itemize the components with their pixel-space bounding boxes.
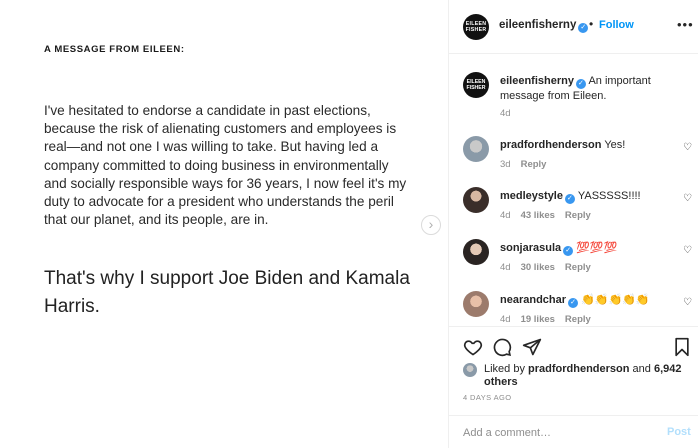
comment-text: pradfordhenderson Yes! bbox=[500, 138, 675, 152]
message-statement: That's why I support Joe Biden and Kamal… bbox=[44, 268, 410, 317]
next-image-button[interactable]: › bbox=[421, 215, 441, 235]
comment-meta: 4d 19 likes Reply bbox=[500, 314, 591, 325]
caption-age: 4d bbox=[500, 108, 511, 119]
comment-like-count[interactable]: 19 likes bbox=[521, 314, 555, 325]
comment-like-heart-icon[interactable]: ♡ bbox=[683, 297, 692, 308]
post-image: A MESSAGE FROM EILEEN: I've hesitated to… bbox=[0, 0, 446, 448]
comment-meta: 3d Reply bbox=[500, 159, 546, 170]
verified-badge-icon: ✓ bbox=[563, 246, 574, 256]
comment-like-heart-icon[interactable]: ♡ bbox=[683, 245, 692, 256]
caption-text: eileenfisherny ✓ An important message fro… bbox=[500, 74, 675, 103]
comment-body: 👏👏👏👏👏 bbox=[581, 294, 650, 306]
heart-icon[interactable] bbox=[463, 337, 483, 362]
commenter-avatar[interactable] bbox=[463, 239, 489, 265]
bookmark-icon[interactable] bbox=[673, 337, 691, 362]
comment-meta: 4d 30 likes Reply bbox=[500, 262, 591, 273]
caption-avatar[interactable]: EILEEN FISHER bbox=[463, 72, 489, 98]
comment-username[interactable]: sonjarasula bbox=[500, 242, 561, 254]
liker-avatar[interactable] bbox=[463, 363, 477, 377]
liked-by-and: and bbox=[629, 363, 654, 375]
more-options-icon[interactable]: ••• bbox=[677, 17, 694, 32]
follow-button[interactable]: Follow bbox=[599, 19, 634, 31]
commenter-avatar[interactable] bbox=[463, 291, 489, 317]
reply-button[interactable]: Reply bbox=[565, 210, 591, 221]
share-icon[interactable] bbox=[522, 337, 542, 362]
comment-like-heart-icon[interactable]: ♡ bbox=[683, 142, 692, 153]
message-heading: A MESSAGE FROM EILEEN: bbox=[44, 44, 185, 55]
comment-age: 4d bbox=[500, 262, 511, 273]
commenter-avatar[interactable] bbox=[463, 136, 489, 162]
add-comment-input[interactable] bbox=[463, 425, 653, 441]
author-username-text[interactable]: eileenfisherny bbox=[499, 19, 576, 31]
separator-dot: • bbox=[589, 17, 594, 31]
verified-badge-icon: ✓ bbox=[575, 79, 586, 89]
comment-meta: 4d 43 likes Reply bbox=[500, 210, 591, 221]
verified-badge-icon: ✓ bbox=[578, 23, 589, 33]
comment-like-count[interactable]: 43 likes bbox=[521, 210, 555, 221]
comment-like-heart-icon[interactable]: ♡ bbox=[683, 193, 692, 204]
post-sidebar: EILEEN FISHER eileenfisherny ✓ • Follow •… bbox=[448, 0, 698, 448]
verified-badge-icon: ✓ bbox=[568, 298, 579, 308]
comment-age: 3d bbox=[500, 159, 511, 170]
liked-by-prefix: Liked by bbox=[484, 363, 529, 375]
comment-username[interactable]: pradfordhenderson bbox=[500, 139, 601, 151]
avatar-logo-text: EILEEN FISHER bbox=[466, 79, 486, 91]
verified-badge-icon: ✓ bbox=[564, 194, 575, 204]
comment-username[interactable]: medleystyle bbox=[500, 190, 563, 202]
caption-meta: 4d bbox=[500, 108, 521, 119]
comment-age: 4d bbox=[500, 210, 511, 221]
reply-button[interactable]: Reply bbox=[565, 262, 591, 273]
comment-text: sonjarasula ✓ 💯💯💯 bbox=[500, 241, 675, 256]
comment-text: nearandchar ✓ 👏👏👏👏👏 bbox=[500, 293, 675, 308]
comment-body: 💯💯💯 bbox=[576, 242, 618, 254]
comment-age: 4d bbox=[500, 314, 511, 325]
comment-body: YASSSSS!!!! bbox=[577, 190, 641, 202]
reply-button[interactable]: Reply bbox=[565, 314, 591, 325]
reply-button[interactable]: Reply bbox=[521, 159, 547, 170]
comment-body: Yes! bbox=[604, 139, 626, 151]
message-body: I've hesitated to endorse a candidate in… bbox=[44, 103, 407, 228]
comment-icon[interactable] bbox=[492, 337, 512, 362]
avatar-logo-text: EILEEN FISHER bbox=[465, 21, 487, 33]
liked-by-text: Liked by pradfordhenderson and 6,942 oth… bbox=[484, 363, 684, 389]
post-header: EILEEN FISHER eileenfisherny ✓ • Follow •… bbox=[449, 0, 698, 54]
post-timestamp[interactable]: 4 DAYS AGO bbox=[463, 393, 511, 402]
comment-username[interactable]: nearandchar bbox=[500, 294, 566, 306]
caption-username[interactable]: eileenfisherny bbox=[500, 75, 574, 87]
author-username[interactable]: eileenfisherny ✓ bbox=[499, 19, 589, 33]
post-actions: Liked by pradfordhenderson and 6,942 oth… bbox=[449, 326, 698, 448]
liker-username[interactable]: pradfordhenderson bbox=[528, 363, 629, 375]
commenter-avatar[interactable] bbox=[463, 187, 489, 213]
comment-text: medleystyle ✓ YASSSSS!!!! bbox=[500, 189, 675, 204]
post-comment-button[interactable]: Post bbox=[667, 426, 691, 438]
comment-like-count[interactable]: 30 likes bbox=[521, 262, 555, 273]
add-comment-bar: Post bbox=[449, 415, 698, 448]
author-avatar[interactable]: EILEEN FISHER bbox=[463, 14, 489, 40]
